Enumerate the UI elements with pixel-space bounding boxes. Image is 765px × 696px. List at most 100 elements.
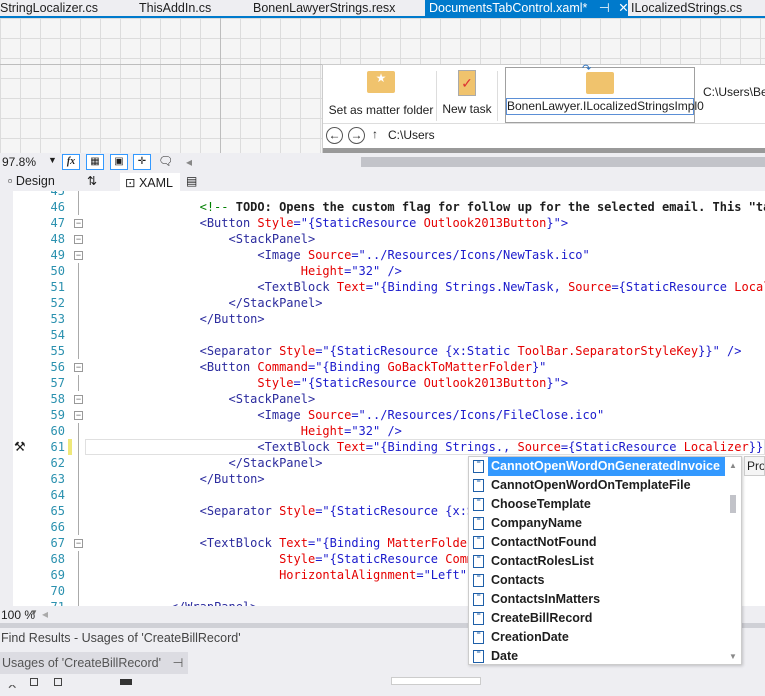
code-line[interactable]: 60 Height="32" /> [0,423,765,439]
design-tab[interactable]: ▫ Design [8,174,55,188]
close-icon[interactable]: ✕ [618,1,628,15]
chevron-down-icon[interactable]: ▼ [30,608,38,617]
line-number: 70 [50,584,65,598]
tab-bonenlawyerstrings[interactable]: BonenLawyerStrings.resx [253,0,395,16]
go-back-matter-folder-button[interactable]: ↷ BonenLawyer.ILocalizedStringsImpl0 [505,63,704,123]
pin-icon[interactable]: ⊣ [599,1,610,15]
completion-item[interactable]: ≡ ChooseTemplate [469,495,725,514]
completion-item[interactable]: ≡ CreationDate [469,628,725,647]
property-icon: ≡ [473,478,484,492]
completion-item[interactable]: ≡ CompanyName [469,514,725,533]
xaml-label: XAML [138,176,173,190]
fold-toggle-icon[interactable]: − [74,219,83,228]
completion-item[interactable]: ≡ ContactsInMatters [469,590,725,609]
selected-textblock[interactable]: BonenLawyer.ILocalizedStringsImpl0 [506,98,704,115]
completion-item[interactable]: ≡ Date [469,647,725,666]
tab-ilocalizedstrings[interactable]: ILocalizedStrings.cs [631,0,742,16]
grid-icon[interactable]: ▦ [86,154,104,170]
back-icon[interactable]: ← [326,127,343,144]
completion-label: CreateBillRecord [491,611,593,625]
tab-thisaddin[interactable]: ThisAddIn.cs [139,0,211,16]
swap-panes-icon[interactable]: ⇅ [87,174,97,188]
chevron-down-icon[interactable]: ▼ [48,155,57,165]
scroll-left-icon[interactable]: ◂ [42,607,48,621]
code-line[interactable]: 57 Style="{StaticResource Outlook2013But… [0,375,765,391]
code-token: Text [279,536,308,550]
fold-toggle-icon[interactable]: − [74,411,83,420]
code-token: Style [279,504,316,518]
hammer-icon[interactable]: ⚒ [14,439,26,455]
horizontal-scrollbar[interactable] [361,157,765,167]
line-number: 67 [50,536,65,550]
document-outline-icon[interactable]: ▤ [186,174,197,188]
completion-item[interactable]: ≡ Contacts [469,571,725,590]
effects-toggle[interactable]: fx [62,154,80,170]
line-number: 48 [50,232,65,246]
code-line[interactable]: 45 [0,191,765,199]
completion-item[interactable]: ≡ ContactRolesList [469,552,725,571]
forward-icon[interactable]: → [348,127,365,144]
code-token: Text [336,280,366,294]
tab-stringlocalizer[interactable]: StringLocalizer.cs [0,0,98,16]
fold-guide [78,263,79,279]
annotation-icon[interactable]: 🗨 [158,154,173,168]
line-number: 51 [50,280,65,294]
code-line[interactable]: 56− <Button Command="{Binding GoBackToMa… [0,359,765,375]
code-line[interactable]: 51 <TextBlock Text="{Binding Strings.New… [0,279,765,295]
completion-item[interactable]: ≡ CannotOpenWordOnGeneratedInvoice [473,457,725,476]
code-line[interactable]: 53 </Button> [0,311,765,327]
code-line[interactable]: 47− <Button Style="{StaticResource Outlo… [0,215,765,231]
fold-toggle-icon[interactable]: − [74,395,83,404]
code-line[interactable]: 58− <StackPanel> [0,391,765,407]
completion-item[interactable]: ≡ CannotOpenWordOnTemplateFile [469,476,725,495]
scroll-thumb[interactable] [730,495,736,513]
completion-item[interactable]: ≡ ContactNotFound [469,533,725,552]
fold-toggle-icon[interactable]: − [74,235,83,244]
code-line[interactable]: 46 <!-- TODO: Opens the custom flag for … [0,199,765,215]
completion-item[interactable]: ≡ CreateBillRecord [469,609,725,628]
line-number: 54 [50,328,65,342]
tab-documentstabcontrol[interactable]: DocumentsTabControl.xaml* ⊣ ✕ [425,0,629,16]
pin-icon[interactable]: ⊣ [173,656,184,670]
fold-toggle-icon[interactable]: − [74,251,83,260]
code-token: </Button> [199,312,265,326]
code-line[interactable]: 59− <Image Source="../Resources/Icons/Fi… [0,407,765,423]
zoom-dropdown[interactable]: 97.8% [2,155,36,169]
code-token: Text [336,440,366,454]
fold-guide [78,455,79,471]
code-line[interactable]: 49− <Image Source="../Resources/Icons/Ne… [0,247,765,263]
design-surface[interactable]: ★ Set as matter folder ✓ New task ↷ Bone… [0,18,765,153]
scroll-up-icon[interactable]: ▲ [729,461,737,470]
code-line[interactable]: 55 <Separator Style="{StaticResource {x:… [0,343,765,359]
snap-grid-icon[interactable]: ▣ [110,154,128,170]
property-icon: ≡ [473,535,484,549]
fold-toggle-icon[interactable]: − [74,363,83,372]
code-text: <Image Source="../Resources/Icons/FileCl… [84,407,604,423]
code-line[interactable]: 50 Height="32" /> [0,263,765,279]
fold-guide [78,423,79,439]
fold-toggle-icon[interactable]: − [74,539,83,548]
design-label: Design [15,174,55,188]
code-line[interactable]: 54 [0,327,765,343]
xaml-tab[interactable]: ⊡ XAML [120,173,180,191]
code-line[interactable]: ⚒ 61 <TextBlock Text="{Binding Strings., … [0,439,765,455]
code-line[interactable]: 52 </StackPanel> [0,295,765,311]
new-task-button[interactable]: ✓ New task [441,67,493,123]
usages-tab[interactable]: Usages of 'CreateBillRecord' ⊣ ✕ [0,652,188,692]
stop-icon[interactable] [120,679,132,685]
code-line[interactable]: 48− <StackPanel> [0,231,765,247]
popup-scrollbar[interactable]: ▲ ▼ [725,457,741,664]
snap-lines-icon[interactable]: ✛ [133,154,151,170]
scroll-left-icon[interactable]: ◂ [186,155,192,169]
group-by-dropdown[interactable] [391,677,481,685]
up-icon[interactable]: ↑ [372,127,378,141]
set-matter-folder-button[interactable]: ★ Set as matter folder [327,67,435,123]
code-text: </StackPanel> [84,295,323,311]
scroll-down-icon[interactable]: ▼ [729,652,737,661]
code-token: ="../Resources/Icons/NewTask.ico" [351,248,590,262]
